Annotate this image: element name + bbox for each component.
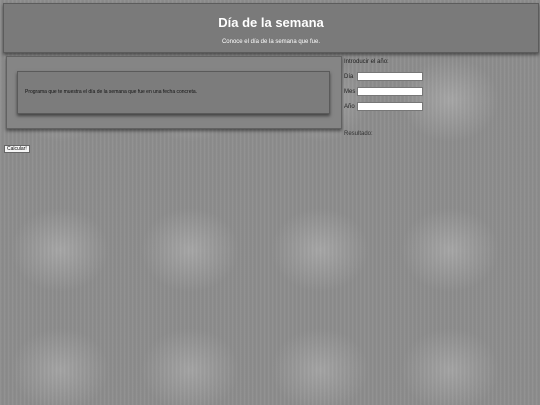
month-row: Mes — [344, 87, 423, 96]
day-input[interactable] — [357, 72, 423, 81]
year-input[interactable] — [357, 102, 423, 111]
description-text: Programa que te muestra el día de la sem… — [25, 89, 198, 95]
day-label: Día — [344, 74, 354, 80]
calculate-button[interactable]: Calcular! — [4, 145, 30, 153]
year-row: Año — [344, 102, 423, 111]
page-title: Día de la semana — [218, 15, 324, 30]
day-row: Día — [344, 72, 423, 81]
description-box: Programa que te muestra el día de la sem… — [17, 71, 330, 114]
page-subtitle: Conoce el día de la semana que fue. — [221, 39, 321, 45]
year-label: Año — [344, 104, 355, 110]
result-label: Resultado: — [344, 131, 373, 137]
header-banner: Día de la semana Conoce el día de la sem… — [3, 3, 539, 53]
main-panel: Programa que te muestra el día de la sem… — [6, 56, 342, 129]
form-intro: Introducir el año: — [344, 59, 389, 65]
month-label: Mes — [344, 89, 356, 95]
month-input[interactable] — [357, 87, 423, 96]
